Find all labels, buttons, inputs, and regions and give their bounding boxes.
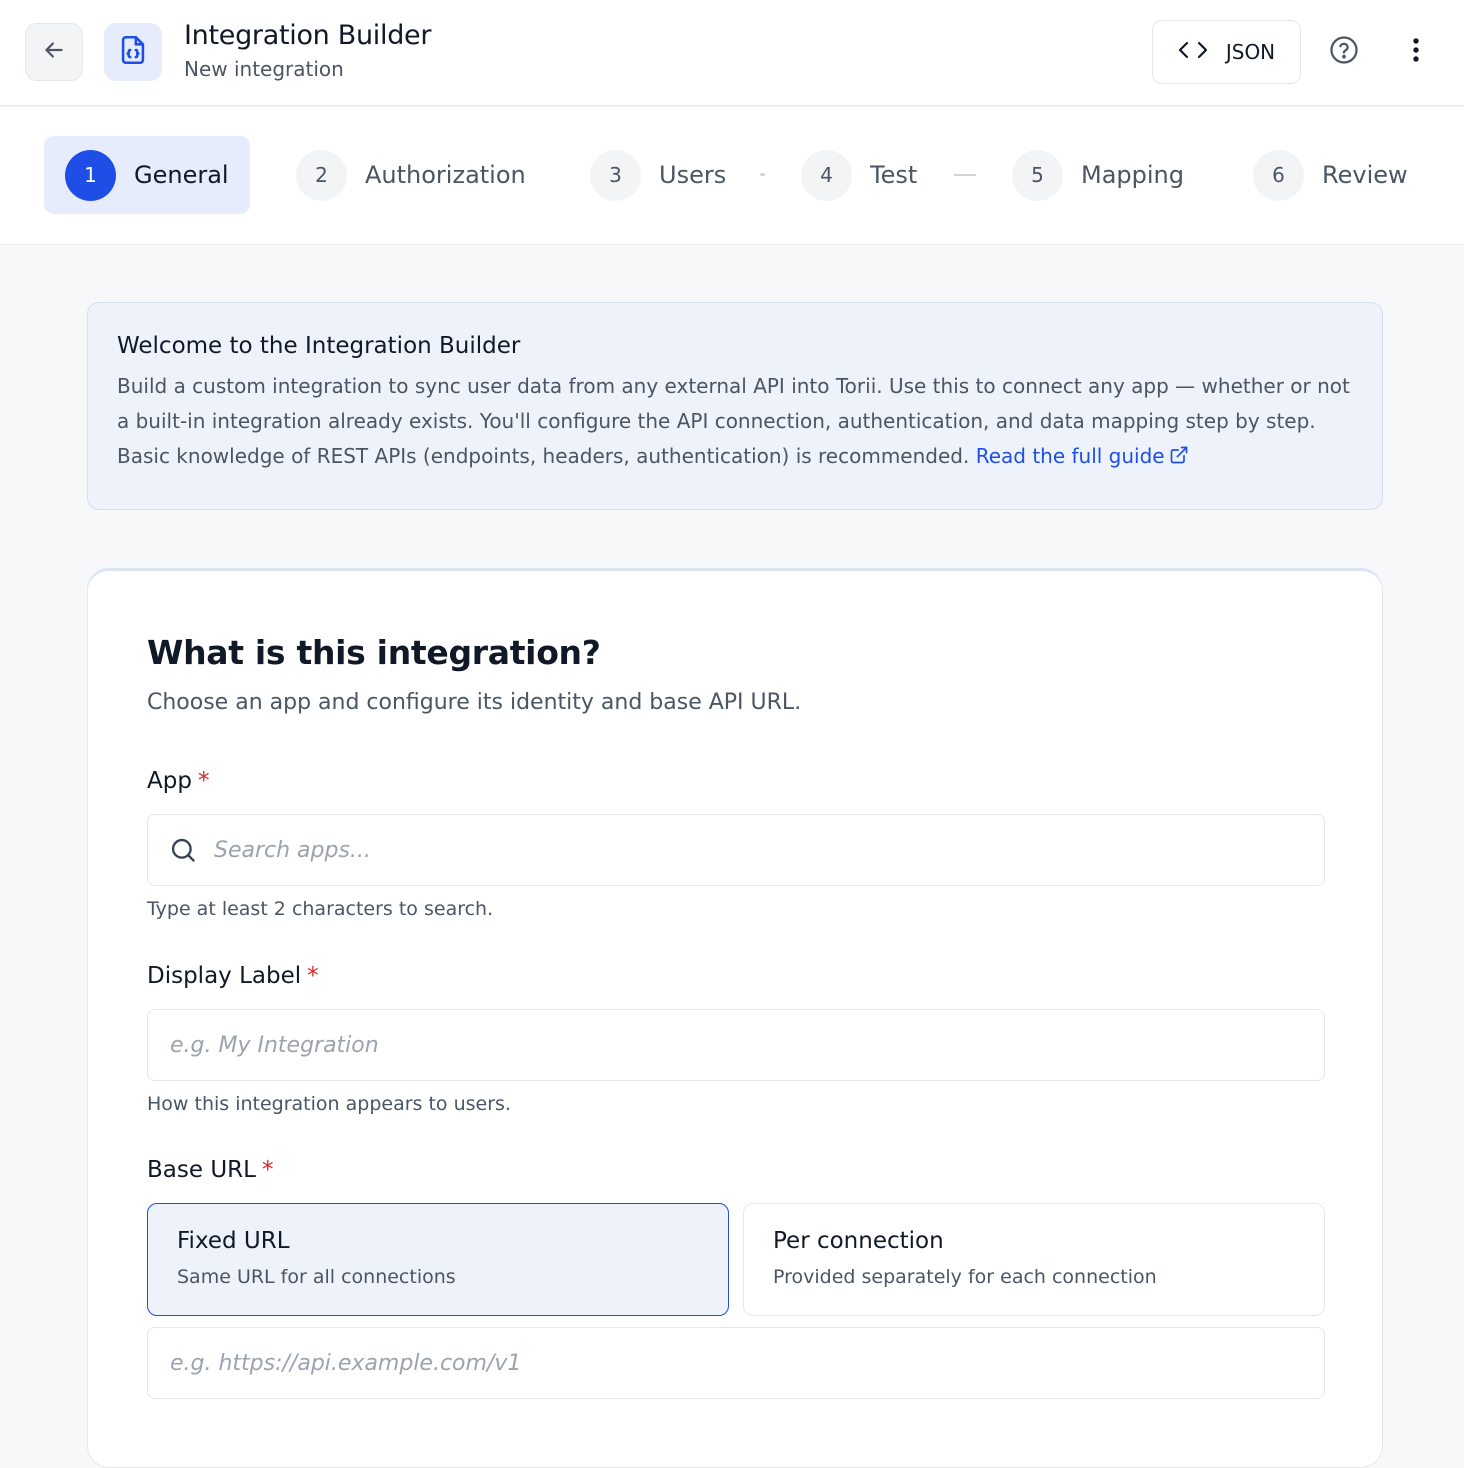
welcome-banner: Welcome to the Integration Builder Build… [87,302,1383,510]
step-general[interactable]: 1 General [44,136,250,214]
display-label-label-text: Display Label [147,963,302,989]
code-brackets-icon [1178,38,1208,66]
more-options-button[interactable] [1394,30,1438,74]
base-url-label-text: Base URL [147,1157,256,1183]
form-description: Choose an app and configure its identity… [147,690,802,715]
welcome-body: Build a custom integration to sync user … [117,369,1353,476]
option-title: Per connection [773,1228,944,1254]
code-file-icon [116,33,150,71]
base-url-field-label: Base URL * [147,1157,273,1183]
form-title: What is this integration? [147,633,601,672]
step-label: General [134,161,229,189]
required-marker: * [307,963,319,989]
app-label-text: App [147,768,192,794]
step-authorization[interactable]: 2 Authorization [296,136,526,214]
display-label-hint: How this integration appears to users. [147,1093,511,1115]
integration-app-icon [104,23,162,81]
json-button[interactable]: JSON [1152,20,1301,84]
option-subtitle: Provided separately for each connection [773,1266,1157,1288]
display-label-input[interactable] [170,1010,1324,1080]
help-button[interactable] [1322,30,1366,74]
step-review[interactable]: 6 Review [1253,136,1408,214]
option-title: Fixed URL [177,1228,290,1254]
display-label-field[interactable] [147,1009,1325,1081]
step-users[interactable]: 3 Users [590,136,726,214]
step-number: 6 [1253,149,1304,201]
base-url-option-per-connection[interactable]: Per connection Provided separately for e… [743,1203,1325,1316]
step-separator [760,173,765,176]
step-label: Users [659,161,727,189]
required-marker: * [197,768,210,794]
step-mapping[interactable]: 5 Mapping [1012,136,1184,214]
step-number: 4 [801,149,852,201]
display-label-field-label: Display Label * [147,963,319,989]
more-vertical-icon [1412,37,1420,67]
page-title: Integration Builder [184,20,432,51]
app-search-input[interactable] [214,815,1324,885]
required-marker: * [261,1157,274,1183]
step-number: 2 [296,149,347,201]
step-label: Authorization [365,161,526,189]
full-guide-link-label: Read the full guide [975,444,1165,468]
step-test[interactable]: 4 Test [801,136,917,214]
search-icon [169,836,197,864]
step-separator [954,174,976,176]
arrow-left-icon [41,37,67,67]
step-number: 3 [590,149,641,201]
back-button[interactable] [25,23,83,81]
welcome-title: Welcome to the Integration Builder [117,333,521,359]
full-guide-link[interactable]: Read the full guide [976,444,1189,468]
external-link-icon [1169,441,1189,476]
step-label: Review [1322,161,1408,189]
app-search-field[interactable] [147,814,1325,886]
json-button-label: JSON [1225,40,1276,64]
step-navigation: 1 General 2 Authorization 3 Users 4 Test… [0,107,1464,245]
step-label: Test [870,161,918,189]
step-number: 1 [65,149,116,201]
app-hint: Type at least 2 characters to search. [147,898,494,920]
base-url-field[interactable] [147,1327,1325,1399]
step-number: 5 [1012,149,1063,201]
option-subtitle: Same URL for all connections [177,1266,456,1288]
help-circle-icon [1329,35,1359,69]
general-form-card: What is this integration? Choose an app … [87,568,1383,1468]
top-header: Integration Builder New integration JSON [0,0,1464,106]
base-url-input[interactable] [170,1328,1324,1398]
page-subtitle: New integration [184,57,344,81]
base-url-option-fixed[interactable]: Fixed URL Same URL for all connections [147,1203,729,1316]
app-field-label: App * [147,768,209,794]
step-label: Mapping [1081,161,1184,189]
